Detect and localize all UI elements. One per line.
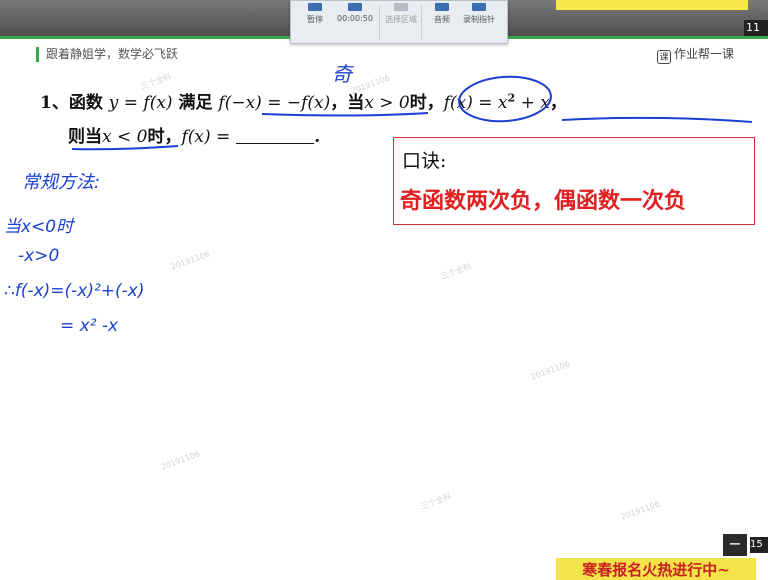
underline-expression [561, 116, 753, 123]
select-area-label: 选择区域 [385, 15, 417, 24]
hw-method: 常规方法: [22, 172, 101, 193]
select-area-icon [394, 3, 408, 11]
timer-display: 00:00:50 [335, 1, 375, 43]
audio-label: 音频 [434, 15, 450, 24]
mnemonic-box: 口诀: 奇函数两次负，偶函数一次负 [393, 137, 755, 225]
page-number-top: 11 [744, 20, 768, 36]
hw-step4: = x² -x [60, 316, 119, 336]
pause-label: 暂停 [307, 15, 323, 24]
bottom-banner[interactable]: 寒春报名火热进行中~ [556, 558, 756, 580]
record-pointer-label: 录制指针 [463, 15, 495, 24]
screen: 跟着静姐学，数学必飞跃 课作业帮一课 三个全科 20191106 2019110… [0, 0, 768, 580]
mnemonic-body: 奇函数两次负，偶函数一次负 [400, 188, 687, 214]
circle-inequality [458, 75, 552, 123]
recorder-toolbar: 暂停 00:00:50 选择区域 音频 录制指针 [290, 0, 508, 44]
toolbar-divider [379, 5, 380, 39]
toolbar-divider [421, 5, 422, 39]
select-area-button[interactable]: 选择区域 [383, 1, 419, 43]
audio-button[interactable]: 音频 [425, 1, 459, 43]
stop-icon [348, 3, 362, 11]
underline-line2 [71, 145, 179, 151]
hw-step1: 当x<0时 [4, 217, 74, 237]
ink-annotations [71, 75, 753, 151]
pointer-icon [472, 3, 486, 11]
underline-condition [261, 112, 429, 117]
mnemonic-title: 口诀: [402, 150, 447, 172]
zoom-out-button[interactable]: − [723, 534, 747, 556]
page-number-bottom: 15 [750, 537, 768, 553]
lecture-slide: 跟着静姐学，数学必飞跃 课作业帮一课 三个全科 20191106 2019110… [0, 36, 768, 580]
top-banner-edge [556, 0, 748, 10]
pause-button[interactable]: 暂停 [297, 1, 333, 43]
record-pointer-button[interactable]: 录制指针 [461, 1, 497, 43]
pause-icon [308, 3, 322, 11]
hw-step2: -x>0 [18, 246, 60, 266]
microphone-icon [435, 3, 449, 11]
timer-label: 00:00:50 [337, 14, 373, 23]
hw-step3: ∴f(-x)=(-x)²+(-x) [4, 281, 145, 301]
odd-annotation: 奇 [332, 62, 352, 86]
